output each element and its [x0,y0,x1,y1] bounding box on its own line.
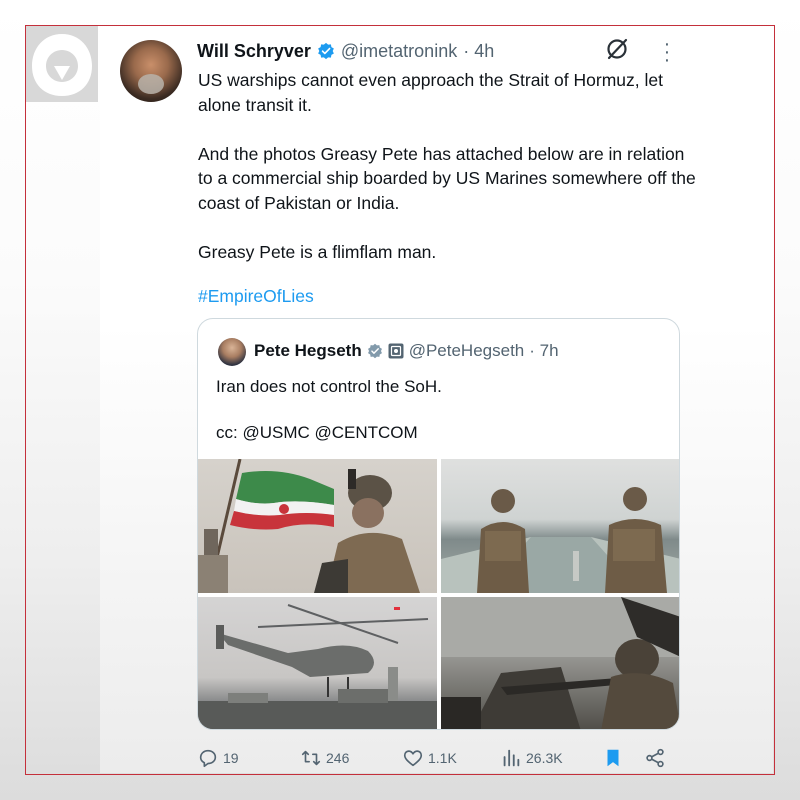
quoted-author-handle[interactable]: @PeteHegseth [409,341,525,361]
views-button[interactable]: 26.3K [500,745,563,771]
views-icon [503,749,520,767]
author-name[interactable]: Will Schryver [197,41,311,62]
tweet-paragraph: Greasy Pete is a flimflam man. [198,241,437,262]
more-icon[interactable]: · · · [662,34,672,70]
quoted-time[interactable]: · 7h [529,341,558,361]
photo-sniper[interactable] [441,597,679,729]
repost-button[interactable]: 246 [300,745,349,771]
tweet-time[interactable]: · 4h [463,41,494,62]
author-avatar[interactable] [120,40,182,102]
like-button[interactable]: 1.1K [402,745,457,771]
quoted-text: Iran does not control the SoH. cc: @USMC… [216,375,656,467]
tweet-text: US warships cannot even approach the Str… [198,68,698,289]
photo-helicopter[interactable] [198,597,437,729]
bookmark-button[interactable] [602,745,624,771]
quoted-paragraph: Iran does not control the SoH. [216,377,442,396]
bookmark-icon [607,749,619,767]
quoted-header: Pete Hegseth @PeteHegseth · 7h [254,339,559,363]
like-count: 1.1K [428,750,457,766]
quoted-paragraph: cc: @USMC @CENTCOM [216,423,418,442]
quoted-author-avatar[interactable] [218,338,246,366]
author-handle[interactable]: @imetatronink [341,41,457,62]
share-button[interactable] [644,745,666,771]
repost-count: 246 [326,750,350,766]
reply-button[interactable]: 19 [197,745,239,771]
tweet-paragraph: And the photos Greasy Pete has attached … [198,143,696,213]
repost-icon [301,750,321,766]
photo-soldier-with-flag[interactable] [198,459,437,593]
tweet-header: Will Schryver @imetatronink · 4h [197,38,494,64]
photo-soldiers-on-deck[interactable] [441,459,679,593]
share-icon [646,748,664,768]
grok-icon[interactable] [604,36,630,62]
channel-logo [26,26,98,102]
hashtag-link[interactable]: #EmpireOfLies [198,286,314,307]
like-icon [403,750,423,767]
views-count: 26.3K [526,750,563,766]
quoted-tweet[interactable]: Pete Hegseth @PeteHegseth · 7h Iran does… [197,318,680,730]
verified-icon [318,42,334,60]
quoted-author-name[interactable]: Pete Hegseth [254,341,362,361]
gov-badge-icon [388,343,404,359]
reply-count: 19 [223,750,239,766]
reply-icon [199,749,217,768]
action-bar: 19 246 1.1K 26.3K [197,745,677,771]
verified-icon [367,343,382,359]
tweet-paragraph: US warships cannot even approach the Str… [198,70,663,115]
